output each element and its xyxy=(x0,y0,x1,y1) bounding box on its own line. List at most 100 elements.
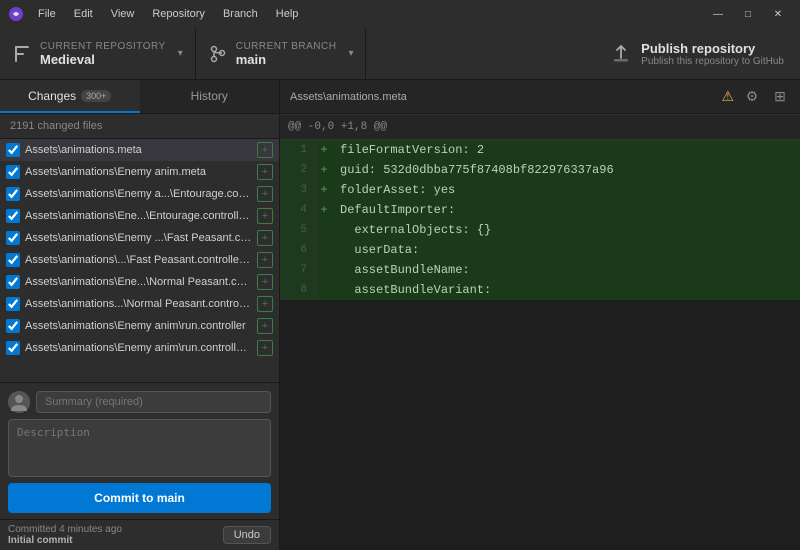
warning-icon: ⚠ xyxy=(721,88,734,105)
close-button[interactable]: ✕ xyxy=(764,4,792,24)
file-added-icon: + xyxy=(257,340,273,356)
titlebar-menu: File Edit View Repository Branch Help xyxy=(30,6,306,22)
commit-button[interactable]: Commit to main xyxy=(8,483,271,513)
diff-plus-sign xyxy=(316,280,332,300)
file-checkbox[interactable] xyxy=(6,297,20,311)
list-item[interactable]: Assets\animations\Enemy anim.meta + xyxy=(0,161,279,183)
list-item[interactable]: Assets\animations...\Normal Peasant.cont… xyxy=(0,293,279,315)
main-content: Changes 300+ History 2191 changed files … xyxy=(0,80,800,550)
file-checkbox[interactable] xyxy=(6,275,20,289)
description-input[interactable] xyxy=(8,419,271,477)
file-checkbox[interactable] xyxy=(6,165,20,179)
diff-path: Assets\animations.meta xyxy=(290,91,713,103)
file-checkbox[interactable] xyxy=(6,231,20,245)
left-footer: Committed 4 minutes ago Initial commit U… xyxy=(0,519,279,550)
summary-input[interactable] xyxy=(36,391,271,413)
diff-line-num: 2 xyxy=(280,160,316,180)
file-added-icon: + xyxy=(257,142,273,158)
menu-edit[interactable]: Edit xyxy=(66,6,101,22)
branch-arrow-icon: ▾ xyxy=(348,48,353,59)
file-count: 2191 changed files xyxy=(0,114,279,139)
menu-repository[interactable]: Repository xyxy=(144,6,213,22)
diff-plus-sign: + xyxy=(316,160,332,180)
file-added-icon: + xyxy=(257,186,273,202)
diff-line: 4+DefaultImporter: xyxy=(280,200,800,220)
publish-button[interactable]: Publish repository Publish this reposito… xyxy=(595,28,800,79)
repo-selector[interactable]: Current repository Medieval ▾ xyxy=(0,28,196,79)
publish-subtitle: Publish this repository to GitHub xyxy=(641,56,784,67)
publish-text: Publish repository Publish this reposito… xyxy=(641,41,784,67)
list-item[interactable]: Assets\animations\Enemy a...\Entourage.c… xyxy=(0,183,279,205)
avatar xyxy=(8,391,30,413)
file-checkbox[interactable] xyxy=(6,187,20,201)
list-item[interactable]: Assets\animations\Ene...\Entourage.contr… xyxy=(0,205,279,227)
file-checkbox[interactable] xyxy=(6,143,20,157)
file-name: Assets\animations\Enemy anim.meta xyxy=(25,166,252,178)
footer-commit-message: Initial commit xyxy=(8,535,72,546)
list-item[interactable]: Assets\animations.meta+ xyxy=(0,139,279,161)
file-name: Assets\animations\Ene...\Entourage.contr… xyxy=(25,210,252,222)
minimize-button[interactable]: — xyxy=(704,4,732,24)
footer-commit-info: Committed 4 minutes ago Initial commit xyxy=(8,524,122,546)
list-item[interactable]: Assets\animations\Enemy ...\Fast Peasant… xyxy=(0,227,279,249)
list-item[interactable]: Assets\animations\...\Fast Peasant.contr… xyxy=(0,249,279,271)
right-panel: Assets\animations.meta ⚠ ⚙ ⊞ @@ -0,0 +1,… xyxy=(280,80,800,550)
repo-icon xyxy=(12,44,32,64)
file-checkbox[interactable] xyxy=(6,341,20,355)
file-added-icon: + xyxy=(257,164,273,180)
expand-icon[interactable]: ⊞ xyxy=(770,87,790,107)
diff-plus-sign: + xyxy=(316,140,332,160)
file-added-icon: + xyxy=(257,252,273,268)
file-checkbox[interactable] xyxy=(6,209,20,223)
diff-header-icons: ⚠ ⚙ ⊞ xyxy=(721,87,790,107)
list-item[interactable]: Assets\animations\Enemy anim\run.control… xyxy=(0,315,279,337)
diff-line: 5 externalObjects: {} xyxy=(280,220,800,240)
list-item[interactable]: Assets\animations\Enemy anim\run.control… xyxy=(0,337,279,359)
menu-branch[interactable]: Branch xyxy=(215,6,266,22)
branch-selector[interactable]: Current branch main ▾ xyxy=(196,28,367,79)
diff-plus-sign: + xyxy=(316,180,332,200)
branch-icon xyxy=(208,44,228,64)
tab-history[interactable]: History xyxy=(140,80,280,113)
diff-line-content: folderAsset: yes xyxy=(332,180,800,200)
diff-line-num: 6 xyxy=(280,240,316,260)
diff-line: 7 assetBundleName: xyxy=(280,260,800,280)
diff-line-content: externalObjects: {} xyxy=(332,220,800,240)
publish-title: Publish repository xyxy=(641,41,784,56)
list-item[interactable]: Assets\animations\Ene...\Normal Peasant.… xyxy=(0,271,279,293)
diff-header: Assets\animations.meta ⚠ ⚙ ⊞ xyxy=(280,80,800,114)
menu-file[interactable]: File xyxy=(30,6,64,22)
repo-arrow-icon: ▾ xyxy=(178,48,183,59)
maximize-button[interactable]: □ xyxy=(734,4,762,24)
repo-name: Medieval xyxy=(40,52,166,67)
menu-view[interactable]: View xyxy=(103,6,143,22)
commit-section: Commit to main xyxy=(0,382,279,519)
window-controls: — □ ✕ xyxy=(704,4,792,24)
diff-line-num: 3 xyxy=(280,180,316,200)
file-name: Assets\animations\Enemy anim\run.control… xyxy=(25,342,252,354)
diff-line: 1+fileFormatVersion: 2 xyxy=(280,140,800,160)
file-list: Assets\animations.meta+Assets\animations… xyxy=(0,139,279,382)
file-name: Assets\animations...\Normal Peasant.cont… xyxy=(25,298,252,310)
menu-help[interactable]: Help xyxy=(268,6,307,22)
diff-line-content: fileFormatVersion: 2 xyxy=(332,140,800,160)
settings-icon[interactable]: ⚙ xyxy=(742,87,762,107)
diff-plus-sign: + xyxy=(316,200,332,220)
file-checkbox[interactable] xyxy=(6,253,20,267)
undo-button[interactable]: Undo xyxy=(223,526,271,544)
branch-text: Current branch main xyxy=(236,41,337,67)
tab-changes-label: Changes xyxy=(28,89,76,103)
file-name: Assets\animations\...\Fast Peasant.contr… xyxy=(25,254,252,266)
diff-line-content: userData: xyxy=(332,240,800,260)
file-checkbox[interactable] xyxy=(6,319,20,333)
file-added-icon: + xyxy=(257,318,273,334)
diff-line-num: 1 xyxy=(280,140,316,160)
file-name: Assets\animations\Enemy ...\Fast Peasant… xyxy=(25,232,252,244)
publish-icon xyxy=(611,44,631,64)
diff-content: @@ -0,0 +1,8 @@ 1+fileFormatVersion: 22+… xyxy=(280,114,800,550)
diff-plus-sign xyxy=(316,220,332,240)
file-added-icon: + xyxy=(257,230,273,246)
diff-hunk-header: @@ -0,0 +1,8 @@ xyxy=(280,114,800,140)
tab-changes[interactable]: Changes 300+ xyxy=(0,80,140,113)
branch-label: Current branch xyxy=(236,41,337,52)
